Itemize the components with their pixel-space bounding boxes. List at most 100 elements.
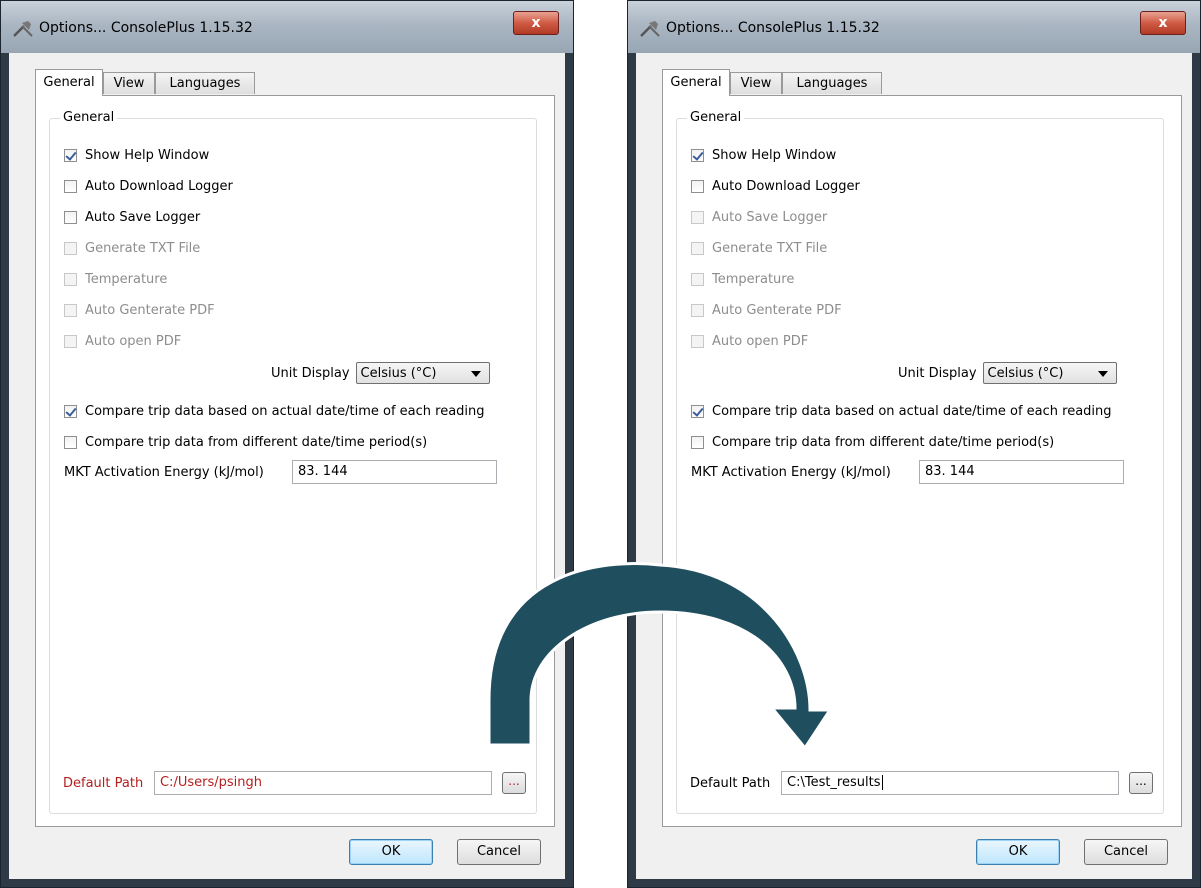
- mkt-activation-energy-label: MKT Activation Energy (kJ/mol): [64, 464, 264, 480]
- unit-display-label: Unit Display: [271, 365, 350, 381]
- browse-button[interactable]: ...: [1129, 772, 1153, 794]
- tab-general[interactable]: General: [662, 69, 730, 96]
- tab-view[interactable]: View: [730, 72, 782, 94]
- title-bar[interactable]: Options... ConsolePlus 1.15.32 x: [628, 1, 1200, 53]
- checkbox-box[interactable]: [691, 404, 704, 418]
- checkbox-label: Compare trip data from different date/ti…: [85, 434, 428, 450]
- tab-languages[interactable]: Languages: [782, 72, 882, 94]
- show-help-window-checkbox[interactable]: Show Help Window: [64, 145, 209, 165]
- mkt-row: MKT Activation Energy (kJ/mol) 83. 144: [691, 460, 1124, 484]
- generate-txt-file-checkbox: Generate TXT File: [64, 238, 200, 258]
- checkbox-box[interactable]: [64, 148, 77, 162]
- default-path-label: Default Path: [63, 775, 144, 791]
- tools-icon: [640, 21, 660, 37]
- checkbox-label: Auto Save Logger: [85, 209, 201, 225]
- checkbox-box: [64, 303, 77, 317]
- unit-display-dropdown[interactable]: Celsius (°C): [982, 362, 1117, 384]
- checkbox-label: Temperature: [85, 271, 168, 287]
- generate-txt-file-checkbox: Generate TXT File: [691, 238, 827, 258]
- ok-button[interactable]: OK: [349, 839, 433, 865]
- show-help-window-checkbox[interactable]: Show Help Window: [691, 145, 836, 165]
- unit-display-row: Unit Display Celsius (°C): [898, 361, 1117, 385]
- checkbox-box: [64, 334, 77, 348]
- checkbox-box[interactable]: [691, 179, 704, 193]
- ok-button[interactable]: OK: [976, 839, 1060, 865]
- tab-general[interactable]: General: [35, 69, 103, 96]
- dropdown-value: Celsius (°C): [360, 365, 437, 381]
- groupbox-label: General: [60, 110, 118, 125]
- browse-button[interactable]: ...: [502, 772, 526, 794]
- tab-panel-general: General Show Help Window Auto Download L…: [35, 95, 555, 827]
- dropdown-arrow-icon: [470, 371, 481, 377]
- auto-download-logger-checkbox[interactable]: Auto Download Logger: [691, 176, 860, 196]
- checkbox-box[interactable]: [64, 210, 77, 224]
- checkbox-label: Compare trip data based on actual date/t…: [85, 403, 485, 419]
- checkbox-label: Generate TXT File: [85, 240, 201, 256]
- compare-different-period-checkbox[interactable]: Compare trip data from different date/ti…: [691, 432, 1054, 452]
- mkt-activation-energy-input[interactable]: 83. 144: [292, 460, 497, 484]
- default-path-input[interactable]: C:/Users/psingh: [154, 771, 492, 795]
- default-path-row: Default Path C:/Users/psingh ...: [63, 771, 526, 795]
- checkbox-label: Auto open PDF: [712, 333, 809, 349]
- auto-open-pdf-checkbox: Auto open PDF: [691, 331, 808, 351]
- tab-languages[interactable]: Languages: [155, 72, 255, 94]
- checkbox-label: Auto Save Logger: [712, 209, 828, 225]
- checkbox-label: Auto Genterate PDF: [712, 302, 842, 318]
- auto-save-logger-checkbox: Auto Save Logger: [691, 207, 827, 227]
- text-caret: [881, 775, 883, 790]
- checkbox-box[interactable]: [64, 404, 77, 418]
- compare-actual-datetime-checkbox[interactable]: Compare trip data based on actual date/t…: [691, 401, 1112, 421]
- dropdown-arrow-icon: [1097, 371, 1108, 377]
- checkbox-label: Auto Download Logger: [85, 178, 233, 194]
- checkbox-box[interactable]: [64, 435, 77, 449]
- checkbox-label: Temperature: [712, 271, 795, 287]
- checkbox-box: [691, 241, 704, 255]
- checkbox-label: Auto Genterate PDF: [85, 302, 215, 318]
- checkbox-box: [691, 334, 704, 348]
- general-groupbox: General Show Help Window Auto Download L…: [49, 110, 537, 814]
- dialog-client-area: General View Languages General Show Help…: [636, 53, 1192, 879]
- checkbox-label: Show Help Window: [712, 147, 837, 163]
- checkbox-box[interactable]: [691, 435, 704, 449]
- options-dialog-before: Options... ConsolePlus 1.15.32 x General…: [0, 0, 574, 888]
- auto-open-pdf-checkbox: Auto open PDF: [64, 331, 181, 351]
- cancel-button[interactable]: Cancel: [1084, 839, 1168, 865]
- checkbox-label: Auto Download Logger: [712, 178, 860, 194]
- checkbox-label: Generate TXT File: [712, 240, 828, 256]
- auto-generate-pdf-checkbox: Auto Genterate PDF: [64, 300, 215, 320]
- compare-actual-datetime-checkbox[interactable]: Compare trip data based on actual date/t…: [64, 401, 485, 421]
- mkt-activation-energy-input[interactable]: 83. 144: [919, 460, 1124, 484]
- default-path-row: Default Path C:\Test_results ...: [690, 771, 1153, 795]
- checkbox-label: Compare trip data based on actual date/t…: [712, 403, 1112, 419]
- checkbox-box[interactable]: [64, 179, 77, 193]
- checkbox-box: [691, 210, 704, 224]
- default-path-input[interactable]: C:\Test_results: [781, 771, 1119, 795]
- auto-generate-pdf-checkbox: Auto Genterate PDF: [691, 300, 842, 320]
- checkbox-label: Compare trip data from different date/ti…: [712, 434, 1055, 450]
- cancel-button[interactable]: Cancel: [457, 839, 541, 865]
- temperature-checkbox: Temperature: [64, 269, 167, 289]
- title-bar[interactable]: Options... ConsolePlus 1.15.32 x: [1, 1, 573, 53]
- close-button[interactable]: x: [513, 11, 559, 35]
- checkbox-label: Auto open PDF: [85, 333, 182, 349]
- dialog-client-area: General View Languages General Show Help…: [9, 53, 565, 879]
- tab-view[interactable]: View: [103, 72, 155, 94]
- groupbox-label: General: [687, 110, 745, 125]
- unit-display-label: Unit Display: [898, 365, 977, 381]
- tab-panel-general: General Show Help Window Auto Download L…: [662, 95, 1182, 827]
- default-path-value: C:\Test_results: [787, 775, 881, 790]
- window-title: Options... ConsolePlus 1.15.32: [666, 20, 880, 36]
- auto-download-logger-checkbox[interactable]: Auto Download Logger: [64, 176, 233, 196]
- compare-different-period-checkbox[interactable]: Compare trip data from different date/ti…: [64, 432, 427, 452]
- tools-icon: [13, 21, 33, 37]
- mkt-row: MKT Activation Energy (kJ/mol) 83. 144: [64, 460, 497, 484]
- checkbox-box: [64, 241, 77, 255]
- auto-save-logger-checkbox[interactable]: Auto Save Logger: [64, 207, 200, 227]
- unit-display-dropdown[interactable]: Celsius (°C): [355, 362, 490, 384]
- window-title: Options... ConsolePlus 1.15.32: [39, 20, 253, 36]
- default-path-label: Default Path: [690, 775, 771, 791]
- checkbox-box: [691, 303, 704, 317]
- dropdown-value: Celsius (°C): [987, 365, 1064, 381]
- checkbox-box[interactable]: [691, 148, 704, 162]
- close-button[interactable]: x: [1140, 11, 1186, 35]
